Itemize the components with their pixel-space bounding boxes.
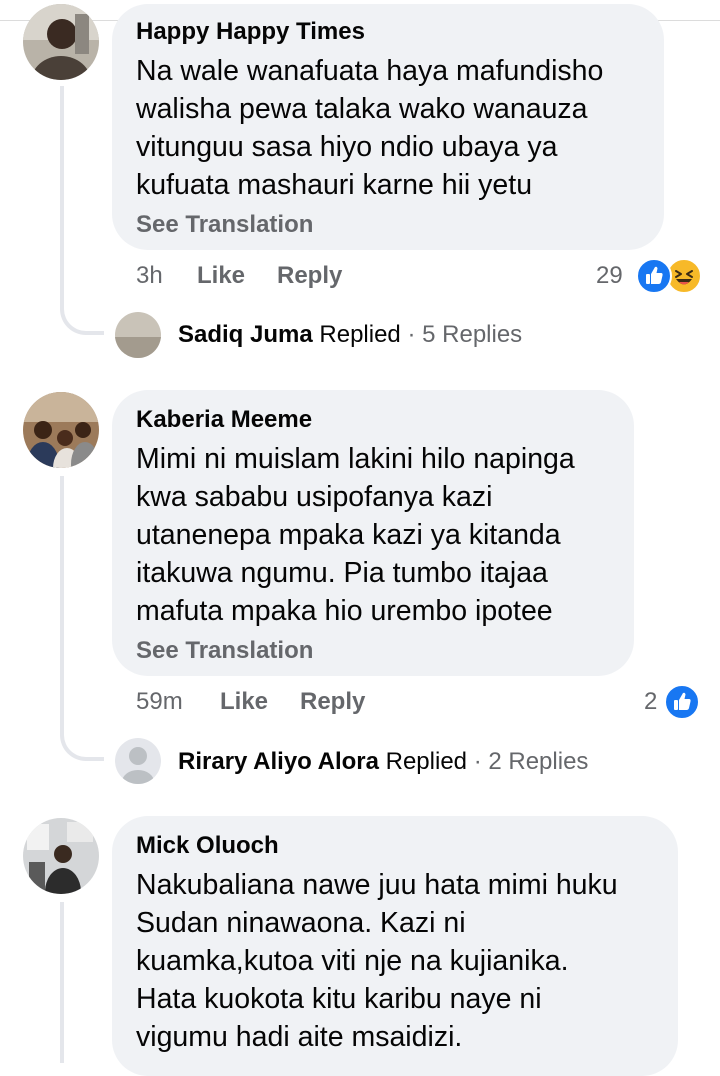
comment-text-line: kwa sababu usipofanya kazi bbox=[136, 481, 493, 513]
thread-line bbox=[60, 86, 64, 302]
comment-timestamp[interactable]: 3h bbox=[136, 262, 163, 290]
comment-bubble[interactable]: Kaberia Meeme Mimi ni muislam lakini hil… bbox=[112, 390, 634, 676]
default-avatar-icon[interactable] bbox=[115, 738, 161, 784]
comment-text-line: Nakubaliana nawe juu hata mimi huku bbox=[136, 869, 618, 901]
comment-bubble[interactable]: Mick Oluoch Nakubaliana nawe juu hata mi… bbox=[112, 816, 678, 1076]
comment-text-line: walisha pewa talaka wako wanauza bbox=[136, 93, 588, 125]
replier-name: Sadiq Juma bbox=[178, 321, 313, 348]
thread-line bbox=[60, 476, 64, 728]
comment-text-line: utanenepa mpaka kazi ya kitanda bbox=[136, 519, 561, 551]
thread-connector bbox=[60, 301, 104, 335]
see-translation-link[interactable]: See Translation bbox=[136, 211, 313, 239]
profile-photo bbox=[23, 818, 99, 894]
thread-connector bbox=[60, 727, 104, 761]
reply-button[interactable]: Reply bbox=[277, 262, 342, 290]
like-icon bbox=[664, 684, 700, 720]
like-icon bbox=[636, 258, 672, 294]
comment-author[interactable]: Kaberia Meeme bbox=[136, 406, 312, 434]
comment-author[interactable]: Mick Oluoch bbox=[136, 832, 279, 860]
reaction-count[interactable]: 29 bbox=[596, 262, 623, 290]
comment-text-line: vitunguu sasa hiyo ndio ubaya ya bbox=[136, 131, 558, 163]
avatar-kaberia-meeme[interactable] bbox=[23, 392, 99, 468]
comment-text-line: Sudan ninawaona. Kazi ni bbox=[136, 907, 466, 939]
comment-timestamp[interactable]: 59m bbox=[136, 688, 183, 716]
reaction-count[interactable]: 2 bbox=[644, 688, 657, 716]
replied-label: Replied bbox=[319, 321, 401, 348]
see-translation-link[interactable]: See Translation bbox=[136, 637, 313, 665]
comment-text-line: Mimi ni muislam lakini hilo napinga bbox=[136, 443, 575, 475]
like-button[interactable]: Like bbox=[220, 688, 268, 716]
comment-bubble[interactable]: Happy Happy Times Na wale wanafuata haya… bbox=[112, 4, 664, 250]
replied-label: Replied bbox=[385, 748, 468, 775]
comment-author[interactable]: Happy Happy Times bbox=[136, 18, 365, 46]
profile-photo bbox=[23, 4, 99, 80]
comment-text-line: kufuata mashauri karne hii yetu bbox=[136, 169, 533, 201]
avatar-happy-happy-times[interactable] bbox=[23, 4, 99, 80]
like-button[interactable]: Like bbox=[197, 262, 245, 290]
separator-dot: · bbox=[407, 321, 416, 348]
separator-dot: · bbox=[473, 748, 482, 775]
comment-text-line: Na wale wanafuata haya mafundisho bbox=[136, 55, 604, 87]
reply-count: 2 Replies bbox=[488, 748, 589, 775]
replier-name: Rirary Aliyo Alora bbox=[178, 748, 379, 775]
comment-text-line: Hata kuokota kitu karibu naye ni bbox=[136, 983, 542, 1015]
profile-photo bbox=[23, 392, 99, 468]
view-replies-link[interactable]: Sadiq Juma Replied · 5 Replies bbox=[178, 321, 522, 349]
comment-text-line: itakuwa ngumu. Pia tumbo itajaa bbox=[136, 557, 548, 589]
reply-count: 5 Replies bbox=[422, 321, 523, 348]
view-replies-link[interactable]: Rirary Aliyo Alora Replied · 2 Replies bbox=[178, 748, 588, 776]
avatar-mick-oluoch[interactable] bbox=[23, 818, 99, 894]
thread-line bbox=[60, 902, 64, 1063]
reply-button[interactable]: Reply bbox=[300, 688, 365, 716]
comment-text-line: vigumu hadi aite msaidizi. bbox=[136, 1021, 463, 1053]
replier-avatar[interactable] bbox=[115, 312, 161, 358]
comment-text-line: kuamka,kutoa viti nje na kujianika. bbox=[136, 945, 569, 977]
comment-text-line: mafuta mpaka hio urembo ipotee bbox=[136, 595, 553, 627]
